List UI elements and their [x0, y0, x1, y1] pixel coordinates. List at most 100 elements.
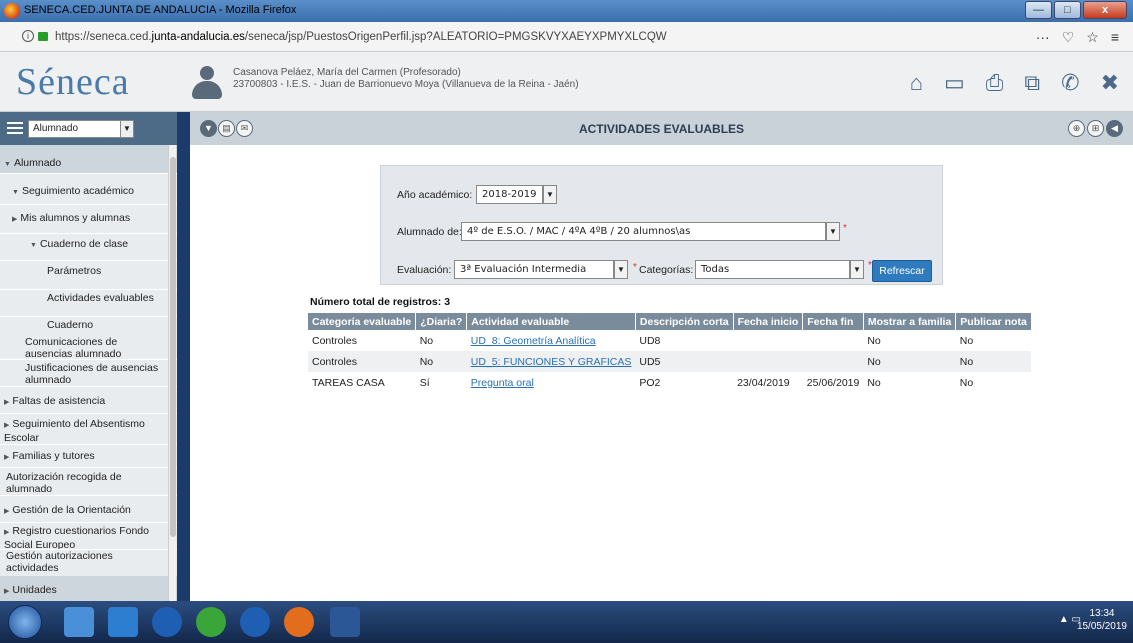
start-button[interactable] [8, 605, 42, 639]
year-select[interactable]: 2018-2019 [476, 185, 543, 204]
table-row[interactable]: Controles No UD_8: Geometría Analítica U… [308, 330, 1032, 351]
cell-mostrar-familia: No [863, 351, 956, 372]
minimize-button[interactable]: — [1025, 1, 1052, 19]
cell-publicar-nota: No [955, 351, 1032, 372]
window-titlebar: SENECA.CED.JUNTA DE ANDALUCIA - Mozilla … [0, 0, 1133, 22]
cell-fecha-inicio: 23/04/2019 [733, 372, 803, 393]
sidebar-item-autorizacion-recogida[interactable]: Autorización recogida de alumnado [0, 468, 177, 495]
chevron-down-icon[interactable]: ▼ [120, 120, 134, 138]
new-document-icon[interactable]: ⊕ [1068, 120, 1085, 137]
folder-open-icon[interactable]: ▭ [944, 70, 965, 96]
clock-date: 15/05/2019 [1076, 621, 1127, 632]
cell-mostrar-familia: No [863, 372, 956, 393]
students-select[interactable]: 4º de E.S.O. / MAC / 4ºA 4ºB / 20 alumno… [461, 222, 826, 241]
col-actividad[interactable]: Actividad evaluable [466, 313, 636, 330]
page-toolbar: ▼ ▤ ✉ ACTIVIDADES EVALUABLES ⊕ ⊞ ◀ [190, 112, 1133, 145]
print-icon[interactable]: ⎙ [986, 70, 1004, 96]
sidebar-item-unidades[interactable]: ▶ Unidades [0, 576, 177, 601]
page-actions-icon[interactable]: ··· [1036, 29, 1050, 46]
internet-explorer-icon[interactable] [240, 607, 270, 637]
bookmark-star-icon[interactable]: ☆ [1086, 29, 1099, 46]
cell-diaria: No [415, 330, 467, 351]
sidebar-item-faltas-asistencia[interactable]: ▶ Faltas de asistencia [0, 387, 177, 413]
lock-icon[interactable] [38, 32, 48, 41]
col-fecha-inicio[interactable]: Fecha inicio [733, 313, 804, 330]
activity-link[interactable]: UD_8: Geometría Analítica [471, 335, 596, 347]
chevron-down-icon[interactable]: ▼ [826, 222, 840, 241]
col-categoria[interactable]: Categoría evaluable [308, 313, 417, 330]
sidebar-item-alumnado[interactable]: ▼ Alumnado [0, 145, 177, 173]
sidebar-item-mis-alumnos[interactable]: ▶ Mis alumnos y alumnas [0, 205, 177, 233]
file-explorer-icon[interactable] [64, 607, 94, 637]
copy-document-icon[interactable]: ⊞ [1087, 120, 1104, 137]
media-player-icon[interactable] [108, 607, 138, 637]
col-publicar-nota[interactable]: Publicar nota [955, 313, 1032, 330]
sidebar-item-orientacion[interactable]: ▶ Gestión de la Orientación [0, 496, 177, 522]
cell-diaria: No [415, 351, 467, 372]
activity-link[interactable]: Pregunta oral [471, 377, 534, 389]
user-name: Casanova Peláez, María del Carmen (Profe… [233, 67, 461, 78]
window-controls: — □ x [1025, 1, 1127, 19]
cell-categoria: TAREAS CASA [308, 372, 416, 393]
evaluation-label: Evaluación: [397, 264, 452, 276]
sidebar-item-seguimiento-academico[interactable]: ▼ Seguimiento académico [0, 174, 177, 204]
url-field[interactable]: https://seneca.ced.junta-andalucia.es/se… [55, 31, 667, 43]
browser-tools: ··· ♡ ☆ ≡ [1036, 29, 1119, 46]
chevron-down-icon[interactable]: ▼ [614, 260, 628, 279]
sidebar-item-actividades-evaluables[interactable]: Actividades evaluables [0, 290, 177, 316]
refresh-button[interactable]: Refrescar [872, 260, 932, 282]
sidebar-item-justificaciones[interactable]: Justificaciones de ausencias alumnado [0, 360, 177, 386]
profile-select[interactable]: Alumnado [28, 120, 134, 138]
table-row[interactable]: TAREAS CASA Sí Pregunta oral PO2 23/04/2… [308, 372, 1032, 393]
browser-url-bar: i https://seneca.ced.junta-andalucia.es/… [0, 22, 1133, 52]
chrome-icon[interactable] [196, 607, 226, 637]
sidebar-scrollbar[interactable] [168, 145, 176, 601]
cell-fecha-fin [802, 351, 864, 372]
user-avatar-icon [192, 66, 222, 100]
close-window-button[interactable]: x [1083, 1, 1127, 19]
chevron-down-icon[interactable]: ▼ [543, 185, 557, 204]
cell-descripcion: UD5 [635, 351, 734, 372]
home-icon[interactable]: ⌂ [910, 70, 923, 96]
categories-label: Categorías: [639, 264, 694, 276]
maximize-button[interactable]: □ [1054, 1, 1081, 19]
pocket-icon[interactable]: ♡ [1062, 29, 1075, 46]
sidebar-item-parametros[interactable]: Parámetros [0, 261, 177, 289]
hamburger-icon[interactable] [7, 122, 23, 134]
menu-toolbar: Alumnado ▼ [0, 112, 177, 145]
sidebar-item-cuaderno[interactable]: Cuaderno [0, 317, 177, 335]
internet-explorer-icon[interactable] [152, 607, 182, 637]
activity-link[interactable]: UD_5: FUNCIONES Y GRAFICAS [471, 356, 632, 368]
sidebar-item-fondo-social-europeo[interactable]: ▶ Registro cuestionarios Fondo Social Eur… [0, 523, 177, 551]
sidebar-item-autorizaciones-actividades[interactable]: Gestión autorizaciones actividades [0, 550, 177, 576]
sidebar-item-cuaderno-de-clase[interactable]: ▼ Cuaderno de clase [0, 234, 177, 260]
phone-icon[interactable]: ✆ [1061, 70, 1079, 96]
word-icon[interactable] [330, 607, 360, 637]
sidebar-item-absentismo[interactable]: ▶ Seguimiento del Absentismo Escolar [0, 414, 177, 444]
cell-fecha-inicio [733, 351, 803, 372]
info-icon[interactable]: i [22, 30, 34, 42]
col-mostrar-familia[interactable]: Mostrar a familia [863, 313, 957, 330]
cell-diaria: Sí [415, 372, 467, 393]
seneca-logo[interactable]: Séneca [16, 60, 130, 104]
firefox-icon [4, 3, 20, 19]
windows-icon[interactable]: ⧉ [1024, 70, 1040, 96]
clock[interactable]: 13:34 15/05/2019 [1077, 607, 1127, 633]
col-fecha-fin[interactable]: Fecha fin [802, 313, 864, 330]
user-info: Casanova Peláez, María del Carmen (Profe… [233, 67, 579, 91]
sidebar-item-comunicaciones[interactable]: Comunicaciones de ausencias alumnado [0, 335, 177, 360]
window-title: SENECA.CED.JUNTA DE ANDALUCIA - Mozilla … [24, 4, 297, 16]
categories-select[interactable]: Todas [695, 260, 850, 279]
col-diaria[interactable]: ¿Diaria? [415, 313, 468, 330]
header-icons: ⌂ ▭ ⎙ ⧉ ✆ ✖ [910, 70, 1119, 96]
sidebar-item-familias[interactable]: ▶ Familias y tutores [0, 445, 177, 467]
menu-icon[interactable]: ≡ [1111, 29, 1119, 46]
close-icon[interactable]: ✖ [1101, 70, 1119, 96]
table-row[interactable]: Controles No UD_5: FUNCIONES Y GRAFICAS … [308, 351, 1032, 372]
chevron-down-icon[interactable]: ▼ [850, 260, 864, 279]
required-mark: * [633, 262, 637, 273]
back-arrow-icon[interactable]: ◀ [1106, 120, 1123, 137]
evaluation-select[interactable]: 3ª Evaluación Intermedia [454, 260, 614, 279]
col-descripcion[interactable]: Descripción corta [635, 313, 734, 330]
firefox-icon[interactable] [284, 607, 314, 637]
